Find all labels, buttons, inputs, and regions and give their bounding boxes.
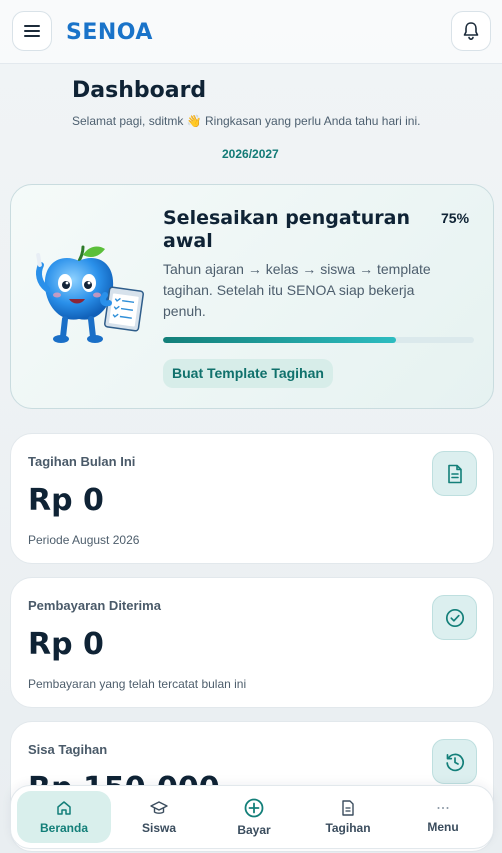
setup-progress-fill [163, 337, 397, 343]
history-icon [445, 753, 464, 771]
more-icon [437, 806, 449, 809]
stat-icon-box [432, 451, 477, 496]
stat-card-tagihan-bulan-ini[interactable]: Tagihan Bulan Ini Rp 0 Periode August 20… [10, 433, 494, 564]
setup-progress-bar [163, 337, 474, 343]
nav-label: Menu [427, 819, 459, 834]
plus-circle-icon [244, 798, 264, 817]
setup-progress-card: Selesaikan pengaturan awal 75% Tahun aja… [10, 184, 494, 409]
menu-button[interactable] [12, 11, 52, 51]
nav-label: Tagihan [325, 820, 371, 835]
greeting-text: Selamat pagi, sditmk 👋 Ringkasan yang pe… [72, 114, 421, 128]
page-title: Dashboard [72, 78, 207, 103]
nav-label: Bayar [237, 822, 271, 837]
apple-mascot-image [36, 245, 144, 343]
stat-label: Pembayaran Diterima [28, 598, 161, 613]
nav-item-bayar[interactable]: Bayar [207, 791, 301, 843]
graduation-cap-icon [150, 800, 168, 814]
brand-logo: SENOA [66, 20, 153, 45]
setup-title: Selesaikan pengaturan awal [163, 207, 410, 252]
stat-note: Pembayaran yang telah tercatat bulan ini [28, 677, 247, 691]
setup-description: Tahun ajaran → kelas → siswa → template … [163, 261, 431, 319]
stat-icon-box [432, 739, 477, 784]
nav-item-beranda[interactable]: Beranda [17, 791, 111, 843]
nav-item-menu[interactable]: Menu [396, 791, 490, 843]
academic-year-badge: 2026/2027 [222, 147, 279, 161]
bell-icon [463, 22, 479, 41]
stat-icon-box [432, 595, 477, 640]
top-bar: SENOA [0, 0, 502, 64]
document-icon [342, 799, 354, 816]
notification-button[interactable] [451, 11, 491, 51]
stat-value: Rp 0 [28, 483, 104, 518]
hamburger-icon [24, 25, 40, 37]
stat-label: Tagihan Bulan Ini [28, 454, 136, 469]
nav-label: Beranda [39, 820, 89, 835]
setup-percent: 75% [441, 210, 470, 226]
bottom-navigation: Beranda Siswa Bayar Tagihan Menu [10, 785, 494, 849]
stat-card-pembayaran-diterima[interactable]: Pembayaran Diterima Rp 0 Pembayaran yang… [10, 577, 494, 708]
invoice-icon [447, 464, 462, 483]
stat-note: Periode August 2026 [28, 533, 140, 547]
create-template-button[interactable]: Buat Template Tagihan [163, 359, 333, 388]
nav-label: Siswa [141, 820, 177, 835]
stat-label: Sisa Tagihan [28, 742, 108, 757]
check-circle-icon [445, 608, 464, 627]
nav-item-siswa[interactable]: Siswa [112, 791, 206, 843]
stat-value: Rp 0 [28, 627, 104, 662]
home-icon [57, 800, 71, 815]
nav-item-tagihan[interactable]: Tagihan [301, 791, 395, 843]
